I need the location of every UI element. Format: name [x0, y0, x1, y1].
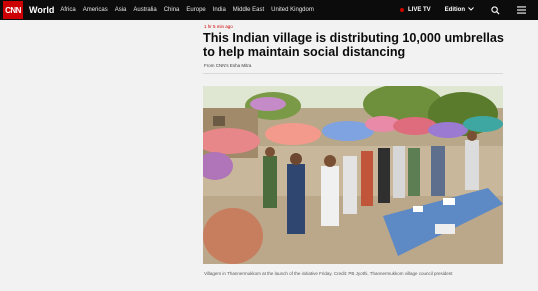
section-title[interactable]: World	[29, 5, 54, 15]
article-photo	[203, 86, 503, 264]
search-icon[interactable]	[486, 0, 504, 20]
section-links: Africa Americas Asia Australia China Eur…	[60, 7, 314, 13]
nav-right-controls: LIVE TV Edition	[399, 0, 538, 20]
nav-link-europe[interactable]: Europe	[186, 7, 205, 13]
nav-link-india[interactable]: India	[213, 7, 226, 13]
nav-link-middle-east[interactable]: Middle East	[233, 7, 264, 13]
nav-link-africa[interactable]: Africa	[60, 7, 75, 13]
live-tv-button[interactable]: LIVE TV	[399, 7, 431, 13]
nav-link-australia[interactable]: Australia	[133, 7, 156, 13]
top-nav: CNN World Africa Americas Asia Australia…	[0, 0, 538, 20]
divider	[203, 73, 503, 74]
photo-caption: Villagers in Thannermukkom at the launch…	[204, 271, 453, 276]
edition-label: Edition	[444, 7, 465, 13]
article-headline: This Indian village is distributing 10,0…	[203, 31, 504, 59]
nav-link-americas[interactable]: Americas	[83, 7, 108, 13]
menu-icon[interactable]	[512, 0, 530, 20]
live-tv-label: LIVE TV	[407, 7, 431, 13]
photo-illustration	[203, 86, 503, 264]
article-timestamp: 1 hr 5 min ago	[204, 24, 233, 29]
chevron-down-icon	[468, 7, 474, 13]
nav-link-china[interactable]: China	[164, 7, 180, 13]
article-byline: From CNN's Esha Mitra	[204, 63, 252, 68]
cnn-logo[interactable]: CNN	[3, 1, 23, 19]
nav-link-asia[interactable]: Asia	[115, 7, 127, 13]
edition-dropdown[interactable]: Edition	[445, 7, 474, 13]
live-dot-icon	[399, 8, 404, 12]
nav-link-united-kingdom[interactable]: United Kingdom	[271, 7, 314, 13]
